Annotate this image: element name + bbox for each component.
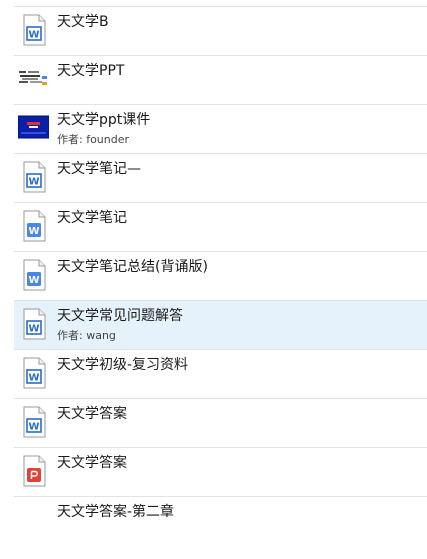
file-name: 天文学答案 <box>57 406 127 422</box>
ppt-thumbnail-icon <box>17 115 50 139</box>
file-name: 天文学笔记总结(背诵版) <box>57 259 208 275</box>
word-doc-icon: W <box>19 210 49 243</box>
file-name: 天文学笔记 <box>57 210 127 226</box>
svg-text:W: W <box>28 373 39 384</box>
file-row[interactable]: 天文学PPT <box>14 55 427 104</box>
word-doc-icon: W <box>19 308 49 341</box>
svg-text:W: W <box>28 177 39 188</box>
svg-text:W: W <box>28 324 39 335</box>
file-row[interactable]: 天文学答案-第二章 <box>14 496 427 545</box>
svg-text:W: W <box>28 30 39 41</box>
svg-text:W: W <box>28 226 39 237</box>
pdf-doc-icon <box>19 455 49 488</box>
word-doc-icon: W <box>19 14 49 47</box>
file-name: 天文学答案-第二章 <box>57 504 175 520</box>
file-row[interactable]: W 天文学笔记 <box>14 202 427 251</box>
file-browser: { "files": [ {"name": "天文学B", "type": "w… <box>0 0 427 559</box>
file-name: 天文学答案 <box>57 455 127 471</box>
file-row[interactable]: 天文学答案 <box>14 447 427 496</box>
word-doc-icon: W <box>19 161 49 194</box>
file-author: 作者: founder <box>57 133 130 146</box>
file-row[interactable]: W 天文学初级-复习资料 <box>14 349 427 398</box>
file-row[interactable]: W 天文学笔记总结(背诵版) <box>14 251 427 300</box>
word-doc-icon: W <box>19 259 49 292</box>
file-row[interactable]: 天文学ppt课件 作者: founder <box>14 104 427 153</box>
svg-text:W: W <box>28 422 39 433</box>
file-name: 天文学初级-复习资料 <box>57 357 189 373</box>
file-name: 天文学ppt课件 <box>57 112 151 128</box>
file-row[interactable]: W 天文学答案 <box>14 398 427 447</box>
file-name: 天文学笔记— <box>57 161 141 177</box>
file-name: 天文学常见问题解答 <box>57 308 183 324</box>
word-doc-icon: W <box>19 357 49 390</box>
file-name: 天文学B <box>57 14 109 30</box>
file-row[interactable]: W 天文学笔记— <box>14 153 427 202</box>
file-name: 天文学PPT <box>57 63 125 79</box>
word-doc-icon: W <box>19 406 49 439</box>
image-thumbnail-icon <box>18 66 49 90</box>
file-list: W 天文学B 天文学PPT 天文学ppt课件 作者: founder W 天文学… <box>14 6 427 545</box>
file-author: 作者: wang <box>57 329 116 342</box>
file-row[interactable]: W 天文学B <box>14 6 427 55</box>
svg-text:W: W <box>28 275 39 286</box>
file-row-selected[interactable]: W 天文学常见问题解答 作者: wang <box>14 300 427 349</box>
